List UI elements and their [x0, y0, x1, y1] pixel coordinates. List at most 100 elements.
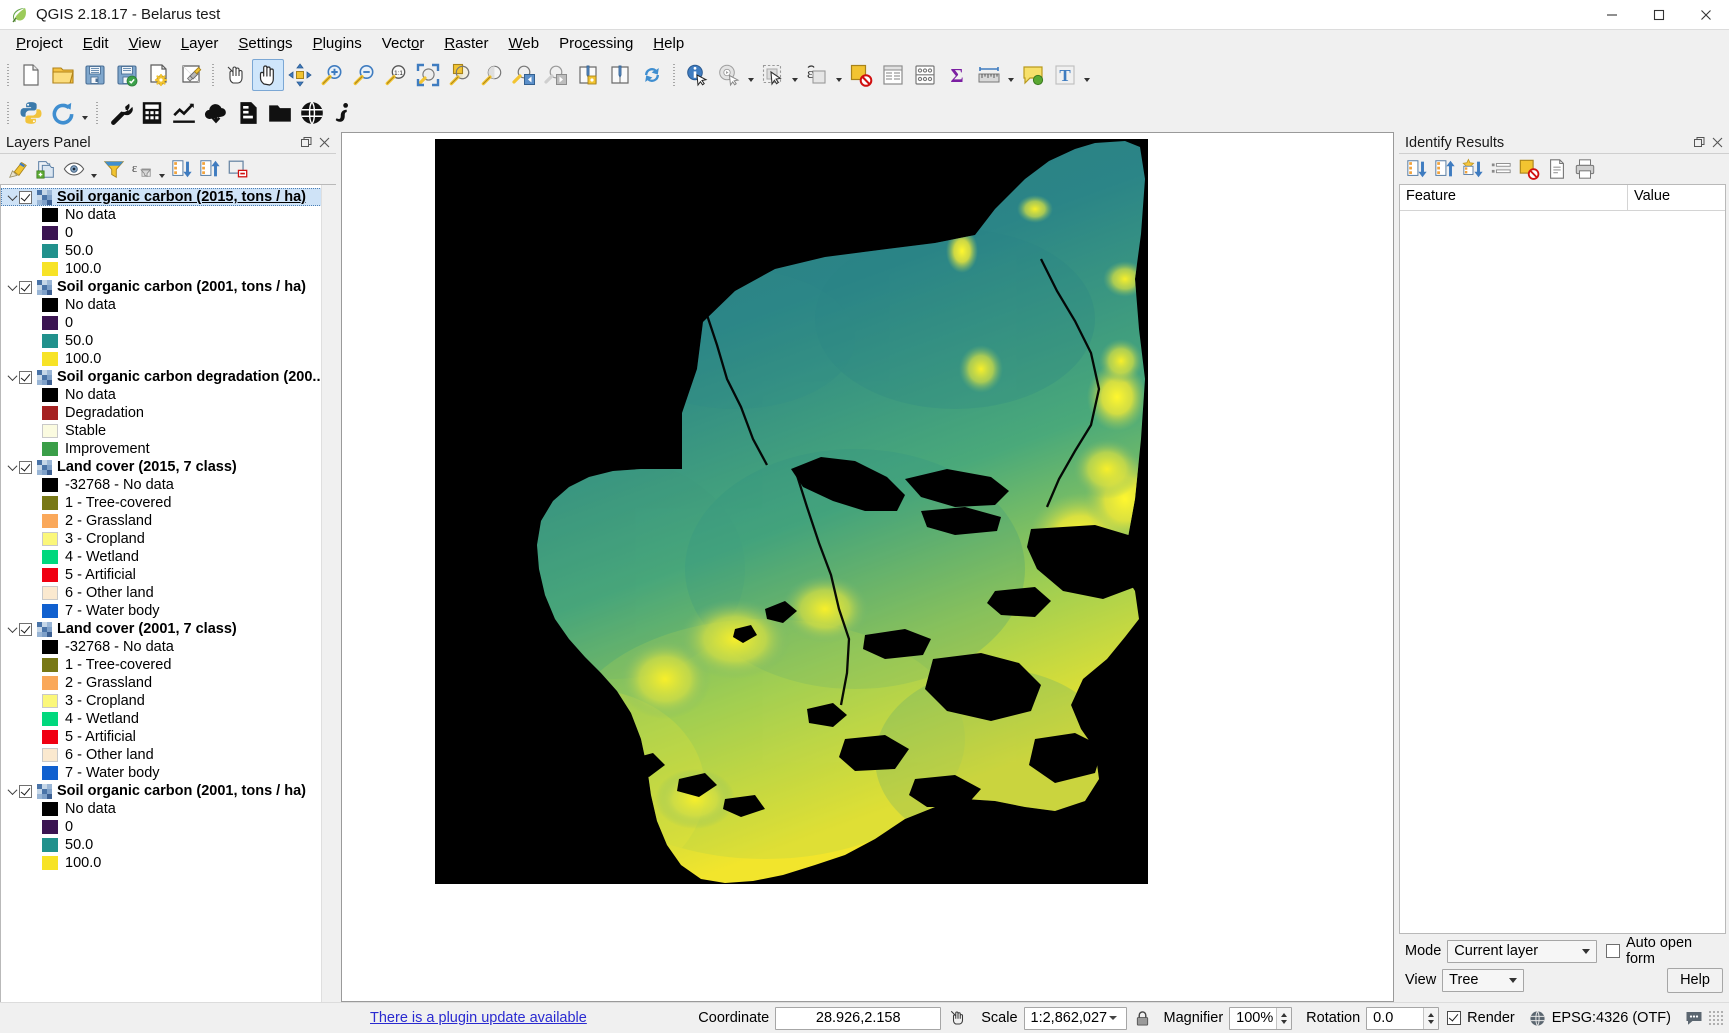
legend-class-item[interactable]: 2 - Grassland: [1, 674, 336, 692]
deselect-features-icon[interactable]: [845, 59, 877, 91]
toolbar-grip[interactable]: [94, 100, 101, 126]
legend-class-item[interactable]: 3 - Cropland: [1, 530, 336, 548]
new-project-icon[interactable]: [15, 59, 47, 91]
identify-features-icon[interactable]: [681, 59, 713, 91]
filter-legend-expression-icon[interactable]: ε: [128, 156, 156, 182]
touch-zoom-pan-icon[interactable]: [220, 59, 252, 91]
style-manager-icon[interactable]: [4, 156, 32, 182]
chevron-down-icon[interactable]: [1081, 59, 1093, 91]
magnifier-stepper[interactable]: [1276, 1008, 1291, 1029]
open-folder-icon[interactable]: [264, 97, 296, 129]
legend-class-item[interactable]: No data: [1, 296, 336, 314]
legend-class-item[interactable]: 0: [1, 818, 336, 836]
legend-class-item[interactable]: 7 - Water body: [1, 764, 336, 782]
coordinate-input[interactable]: 28.926,2.158: [775, 1007, 941, 1030]
toolbar-grip[interactable]: [210, 62, 217, 88]
chevron-down-icon[interactable]: [5, 622, 19, 636]
minimize-button[interactable]: [1588, 0, 1635, 29]
collapse-all-results-icon[interactable]: [1431, 156, 1459, 182]
zoom-next-icon[interactable]: [540, 59, 572, 91]
legend-class-item[interactable]: 50.0: [1, 242, 336, 260]
legend-class-item[interactable]: 50.0: [1, 332, 336, 350]
legend-class-item[interactable]: 6 - Other land: [1, 746, 336, 764]
legend-class-item[interactable]: 1 - Tree-covered: [1, 656, 336, 674]
filter-legend-icon[interactable]: [100, 156, 128, 182]
zoom-out-icon[interactable]: [348, 59, 380, 91]
new-print-composer-icon[interactable]: [143, 59, 175, 91]
toggle-extents-icon[interactable]: [949, 1009, 967, 1027]
new-map-view-icon[interactable]: [572, 59, 604, 91]
legend-class-item[interactable]: -32768 - No data: [1, 638, 336, 656]
plugin-reload-icon[interactable]: [47, 97, 79, 129]
collapse-all-icon[interactable]: [196, 156, 224, 182]
measure-line-icon[interactable]: [973, 59, 1005, 91]
copy-feature-icon[interactable]: [1543, 156, 1571, 182]
column-header-value[interactable]: Value: [1628, 185, 1676, 210]
auto-open-form-checkbox[interactable]: [1606, 944, 1620, 958]
zoom-to-selection-icon[interactable]: [444, 59, 476, 91]
manage-layer-visibility-icon[interactable]: [60, 156, 88, 182]
layer-visibility-checkbox[interactable]: [19, 371, 32, 384]
legend-class-item[interactable]: -32768 - No data: [1, 476, 336, 494]
identify-results-table[interactable]: Feature Value: [1399, 184, 1726, 934]
chevron-down-icon[interactable]: [88, 156, 100, 182]
toolbar-grip[interactable]: [671, 62, 678, 88]
map-tips-icon[interactable]: [1017, 59, 1049, 91]
help-button[interactable]: Help: [1667, 968, 1723, 993]
about-info-icon[interactable]: [328, 97, 360, 129]
select-features-icon[interactable]: [757, 59, 789, 91]
rotation-spinbox[interactable]: 0.0: [1366, 1007, 1439, 1030]
layers-tree-container[interactable]: Soil organic carbon (2015, tons / ha)No …: [0, 184, 336, 1002]
zoom-last-icon[interactable]: [508, 59, 540, 91]
open-project-icon[interactable]: [47, 59, 79, 91]
select-form-view-icon[interactable]: [1487, 156, 1515, 182]
toolbar-grip[interactable]: [5, 62, 12, 88]
rotation-stepper[interactable]: [1423, 1008, 1438, 1029]
magnifier-spinbox[interactable]: 100%: [1229, 1007, 1292, 1030]
toolbar-grip[interactable]: [5, 100, 12, 126]
legend-class-item[interactable]: 6 - Other land: [1, 584, 336, 602]
field-calculator-icon[interactable]: [909, 59, 941, 91]
python-console-icon[interactable]: [15, 97, 47, 129]
legend-class-item[interactable]: 50.0: [1, 836, 336, 854]
menu-view[interactable]: View: [119, 32, 171, 55]
lock-scale-icon[interactable]: [1135, 1010, 1150, 1027]
refresh-icon[interactable]: [636, 59, 668, 91]
layer-visibility-checkbox[interactable]: [19, 191, 32, 204]
remove-layer-icon[interactable]: [224, 156, 252, 182]
layers-scrollbar[interactable]: [321, 185, 336, 1002]
layer-visibility-checkbox[interactable]: [19, 623, 32, 636]
expand-all-icon[interactable]: [168, 156, 196, 182]
layer-visibility-checkbox[interactable]: [19, 461, 32, 474]
chevron-down-icon[interactable]: [833, 59, 845, 91]
legend-class-item[interactable]: 0: [1, 224, 336, 242]
legend-class-item[interactable]: 100.0: [1, 854, 336, 872]
map-view-bookmark-icon[interactable]: [604, 59, 636, 91]
maximize-button[interactable]: [1635, 0, 1682, 29]
chevron-down-icon[interactable]: [5, 190, 19, 204]
expand-new-results-icon[interactable]: [1403, 156, 1431, 182]
save-project-icon[interactable]: [79, 59, 111, 91]
layer-item[interactable]: Land cover (2001, 7 class): [1, 620, 336, 638]
zoom-native-icon[interactable]: 1:1: [380, 59, 412, 91]
layer-item[interactable]: Soil organic carbon (2001, tons / ha): [1, 278, 336, 296]
legend-class-item[interactable]: No data: [1, 386, 336, 404]
legend-class-item[interactable]: Degradation: [1, 404, 336, 422]
print-results-icon[interactable]: [1571, 156, 1599, 182]
zoom-to-layer-icon[interactable]: [476, 59, 508, 91]
render-checkbox[interactable]: [1447, 1011, 1461, 1025]
identify-results-float-button[interactable]: [1691, 135, 1707, 151]
text-annotation-icon[interactable]: T: [1049, 59, 1081, 91]
legend-class-item[interactable]: 1 - Tree-covered: [1, 494, 336, 512]
menu-plugins[interactable]: Plugins: [303, 32, 372, 55]
menu-processing[interactable]: Processing: [549, 32, 643, 55]
legend-class-item[interactable]: 5 - Artificial: [1, 728, 336, 746]
zoom-in-icon[interactable]: [316, 59, 348, 91]
download-data-icon[interactable]: [200, 97, 232, 129]
messages-log-icon[interactable]: [1685, 1009, 1703, 1027]
chevron-down-icon[interactable]: [1005, 59, 1017, 91]
calculate-indicator-icon[interactable]: [136, 97, 168, 129]
legend-class-item[interactable]: 4 - Wetland: [1, 548, 336, 566]
select-by-expression-icon[interactable]: ε: [801, 59, 833, 91]
layer-item[interactable]: Soil organic carbon degradation (200...: [1, 368, 336, 386]
